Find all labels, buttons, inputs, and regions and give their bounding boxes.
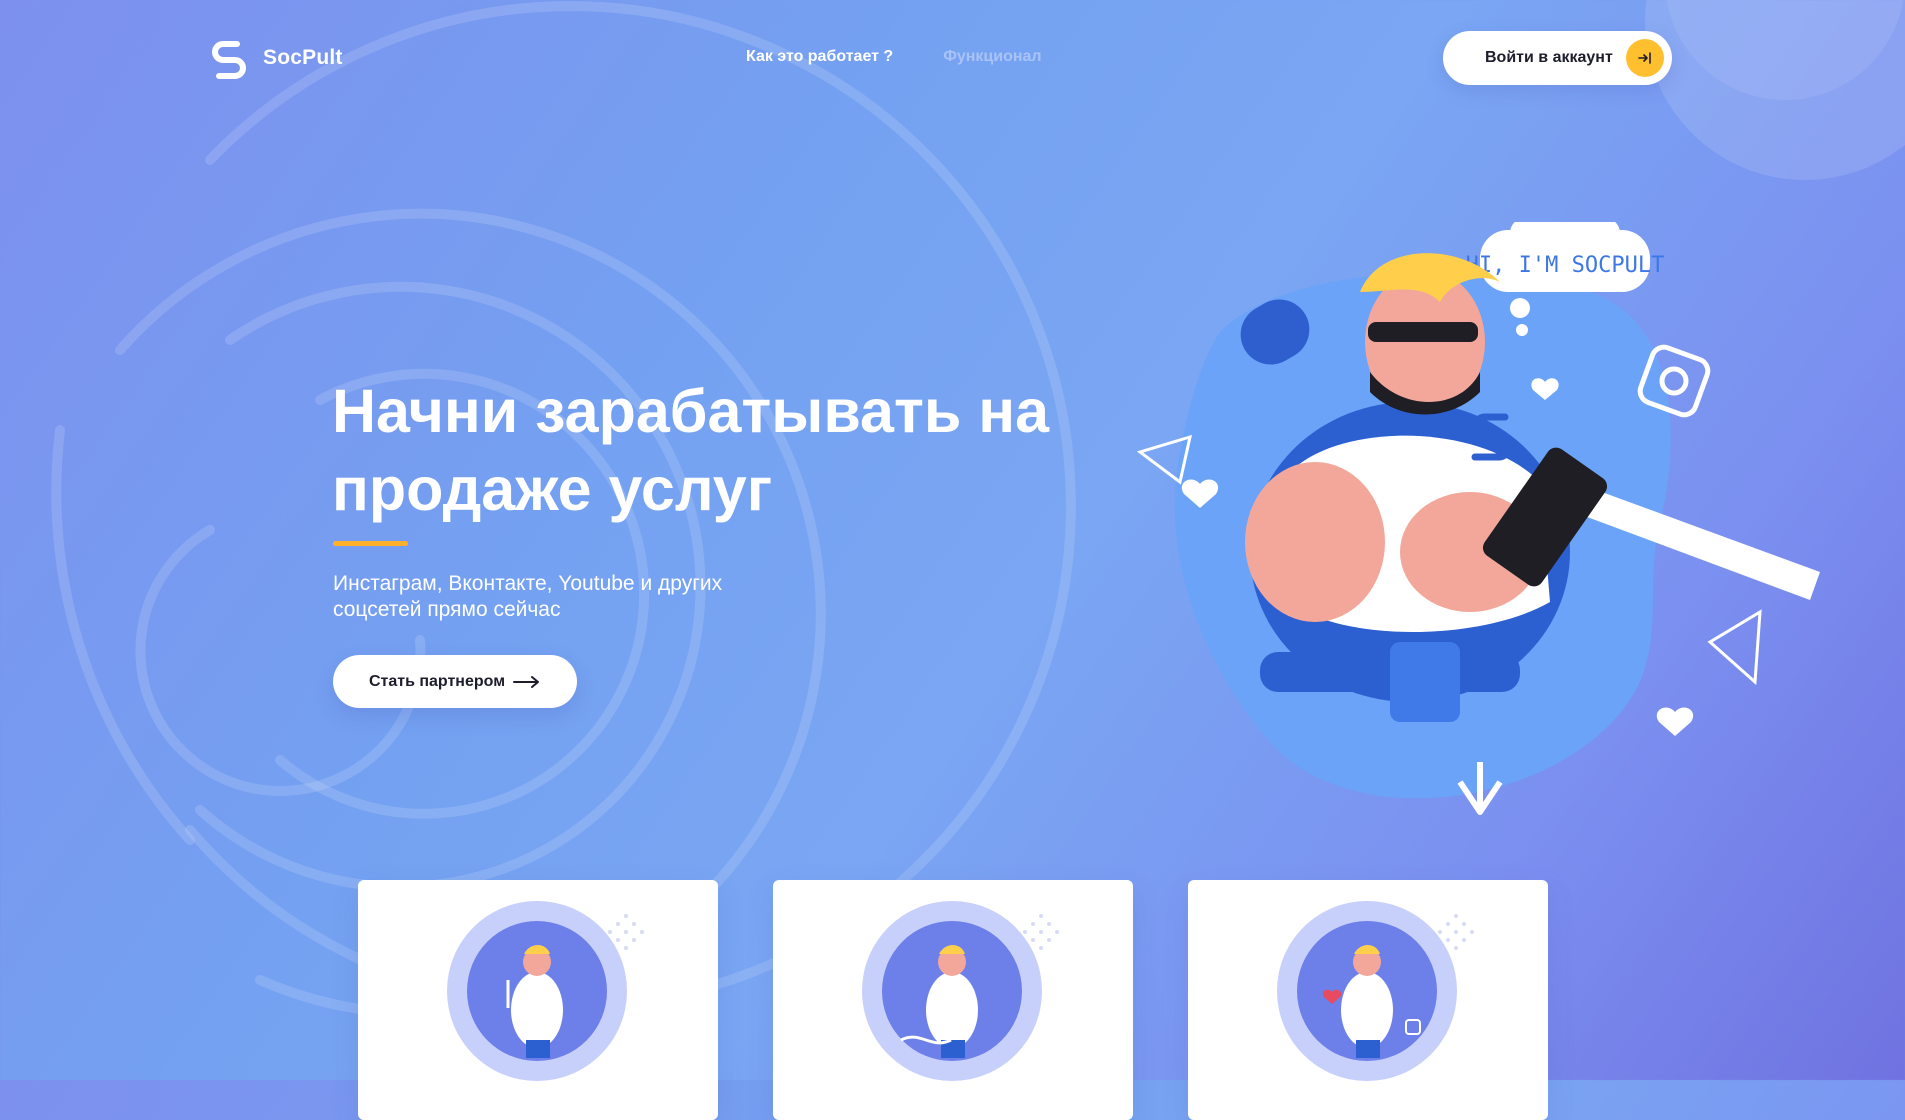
become-partner-button[interactable]: Стать партнером bbox=[333, 655, 577, 708]
logo-text: SocPult bbox=[263, 46, 343, 69]
decorative-dots bbox=[608, 914, 644, 950]
logo[interactable]: SocPult bbox=[203, 32, 343, 84]
nav-features[interactable]: Функционал bbox=[943, 48, 1041, 66]
accent-divider bbox=[333, 541, 408, 546]
login-label: Войти в аккаунт bbox=[1485, 49, 1613, 66]
arrow-right-icon bbox=[513, 675, 540, 688]
speech-bubble-text: HI, I'M SOCPULT bbox=[1466, 253, 1665, 278]
decorative-dots bbox=[1438, 914, 1474, 950]
main-nav: Как это работает ? Функционал bbox=[746, 48, 1042, 66]
nav-how-it-works[interactable]: Как это работает ? bbox=[746, 48, 893, 66]
feature-cards bbox=[358, 880, 1548, 1120]
mascot-illustration: HI, I'M SOCPULT bbox=[1136, 222, 1820, 815]
decorative-dots bbox=[1023, 914, 1059, 950]
login-button[interactable]: Войти в аккаунт bbox=[1443, 31, 1672, 85]
login-arrow-icon bbox=[1626, 39, 1664, 77]
site-header: SocPult Как это работает ? Функционал Во… bbox=[0, 0, 1905, 118]
hero-subtitle: Инстаграм, Вконтакте, Youtube и других с… bbox=[333, 572, 723, 621]
socpult-logo-icon bbox=[212, 41, 246, 79]
feature-card[interactable] bbox=[358, 880, 718, 1120]
cta-label: Стать партнером bbox=[368, 672, 506, 690]
feature-card[interactable] bbox=[773, 880, 1133, 1120]
feature-card[interactable] bbox=[1188, 880, 1548, 1120]
hero-title: Начни зарабатывать на продаже услуг bbox=[332, 377, 1050, 523]
